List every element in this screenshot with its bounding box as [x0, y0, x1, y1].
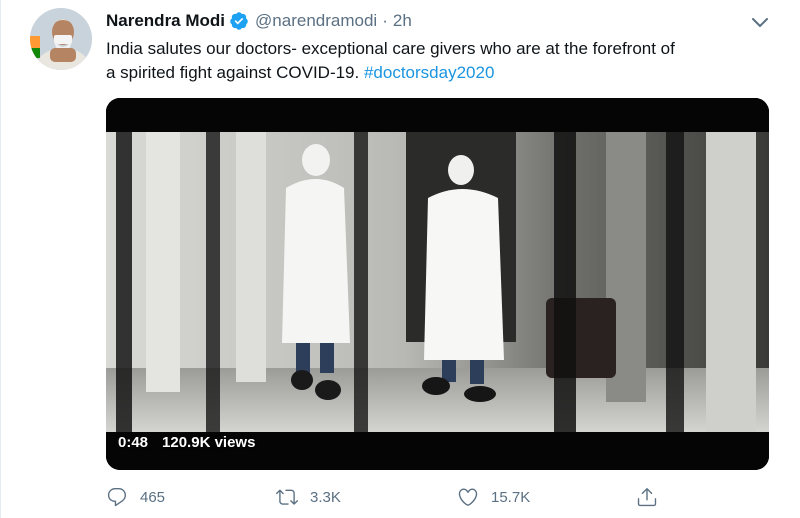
reply-count: 465 — [140, 488, 166, 506]
like-count: 15.7K — [491, 488, 531, 506]
share-icon — [637, 488, 657, 507]
avatar-image — [30, 8, 92, 70]
tweet-timestamp[interactable]: 2h — [393, 11, 412, 31]
video-overlay: 0:48 120.9K views — [118, 434, 255, 451]
retweet-button[interactable]: 3.3K — [276, 484, 341, 510]
heart-icon — [458, 488, 478, 506]
timeline-border — [0, 0, 1, 518]
tweet-header: Narendra Modi @narendramodi · 2h — [106, 10, 412, 32]
verified-badge-icon — [229, 11, 249, 31]
chevron-down-icon — [752, 18, 768, 27]
separator-dot: · — [382, 11, 388, 30]
more-options-button[interactable] — [748, 12, 772, 32]
tweet-actions: 465 3.3K 15.7K — [106, 484, 666, 510]
video-player[interactable]: 0:48 120.9K views — [106, 98, 769, 470]
author-name[interactable]: Narendra Modi — [106, 11, 225, 31]
tweet-text-line-2: a spirited fight against COVID-19. #doct… — [106, 61, 786, 85]
tweet-text-body: a spirited fight against COVID-19. — [106, 63, 364, 82]
video-duration: 0:48 — [118, 434, 149, 451]
share-button[interactable] — [636, 484, 658, 510]
tweet-text-line-1: India salutes our doctors- exceptional c… — [106, 39, 675, 58]
tweet-text: India salutes our doctors- exceptional c… — [106, 37, 786, 85]
hashtag-link[interactable]: #doctorsday2020 — [364, 63, 494, 82]
author-handle[interactable]: @narendramodi — [255, 11, 377, 31]
video-frame — [106, 98, 769, 470]
reply-button[interactable]: 465 — [106, 484, 165, 510]
reply-icon — [107, 488, 127, 507]
like-button[interactable]: 15.7K — [457, 484, 530, 510]
retweet-count: 3.3K — [310, 488, 341, 506]
video-views: 120.9K views — [162, 434, 256, 451]
avatar[interactable] — [30, 8, 92, 70]
retweet-icon — [276, 489, 298, 505]
